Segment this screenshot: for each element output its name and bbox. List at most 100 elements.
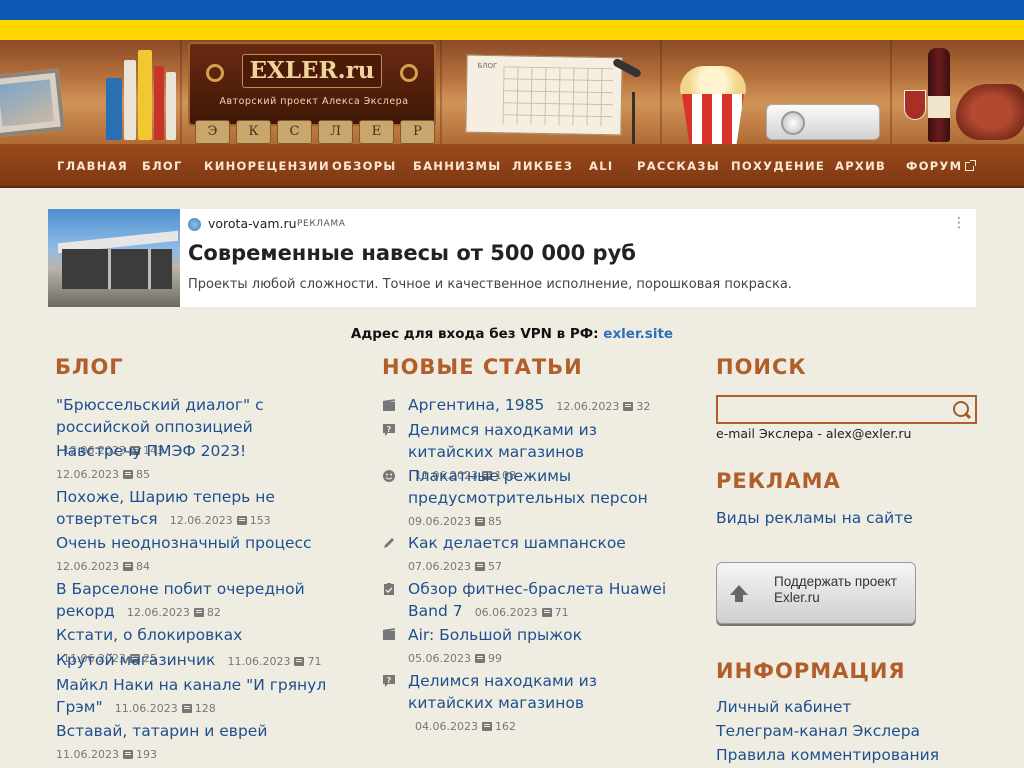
- post-meta: 11.06.2023 71: [221, 655, 322, 668]
- nav-item-forum[interactable]: ФОРУМ: [906, 144, 977, 188]
- comment-count[interactable]: 57: [488, 560, 502, 573]
- post-date: 11.06.2023: [56, 748, 119, 761]
- pencil-icon: [384, 538, 394, 548]
- key-letter: Е: [359, 120, 394, 144]
- nav-item-likbez[interactable]: ЛИКБЕЗ: [512, 144, 573, 188]
- post-date: 05.06.2023: [408, 652, 471, 665]
- post-meta: 12.06.2023 153: [163, 514, 271, 527]
- list-item: Вставай, татарин и еврей 11.06.2023 193: [56, 720, 346, 765]
- site-logo[interactable]: EXLER.ru Авторский проект Алекса Экслера: [188, 42, 436, 126]
- list-item: В Барселоне побит очередной рекорд 12.06…: [56, 578, 346, 623]
- nav-item-movie-reviews[interactable]: КИНОРЕЦЕНЗИИ: [204, 144, 330, 188]
- nav-item-forum-label: ФОРУМ: [906, 159, 963, 173]
- comment-count[interactable]: 99: [488, 652, 502, 665]
- comment-count[interactable]: 71: [307, 655, 321, 668]
- popcorn-bucket: [682, 94, 744, 144]
- comment-count[interactable]: 85: [488, 515, 502, 528]
- search-icon[interactable]: [951, 400, 971, 420]
- ad-banner[interactable]: vorota-vam.ru РЕКЛАМА ⋮ Современные наве…: [48, 209, 976, 307]
- nav-item-stories[interactable]: РАССКАЗЫ: [637, 144, 720, 188]
- article-link[interactable]: Делимся находками из китайских магазинов: [408, 421, 597, 461]
- nav-item-blog[interactable]: БЛОГ: [142, 144, 183, 188]
- blog-post-link[interactable]: "Брюссельский диалог" с российской оппоз…: [56, 396, 264, 436]
- comment-count[interactable]: 153: [250, 514, 271, 527]
- post-meta: 12.06.2023 32: [549, 400, 650, 413]
- wine-bottle-icon: [928, 48, 950, 142]
- projector-icon: [766, 104, 880, 140]
- post-date: 07.06.2023: [408, 560, 471, 573]
- key-letter: С: [277, 120, 312, 144]
- post-meta: 11.06.2023 193: [56, 748, 157, 761]
- nav-item-archive[interactable]: АРХИВ: [835, 144, 886, 188]
- support-line-1: Поддержать проект: [774, 574, 897, 589]
- ad-domain[interactable]: vorota-vam.ru: [208, 216, 297, 231]
- ad-title[interactable]: Современные навесы от 500 000 руб: [188, 241, 636, 265]
- comment-icon: [623, 402, 634, 411]
- info-heading: ИНФОРМАЦИЯ: [716, 659, 906, 683]
- ad-menu-icon[interactable]: ⋮: [952, 215, 966, 231]
- book-image: [106, 78, 122, 140]
- nav-item-bannisms[interactable]: БАННИЗМЫ: [413, 144, 501, 188]
- comment-count[interactable]: 128: [195, 702, 216, 715]
- blog-post-link[interactable]: Очень неоднозначный процесс: [56, 534, 312, 552]
- comment-count[interactable]: 84: [136, 560, 150, 573]
- post-date: 11.06.2023: [227, 655, 291, 668]
- question-icon: ?: [383, 675, 395, 687]
- comment-count[interactable]: 162: [495, 720, 516, 733]
- list-item: Майкл Наки на канале "И грянул Грэм" 11.…: [56, 674, 346, 719]
- site-banner: EXLER.ru Авторский проект Алекса Экслера…: [0, 40, 1024, 144]
- main-nav: ГЛАВНАЯ БЛОГ КИНОРЕЦЕНЗИИ ОБЗОРЫ БАННИЗМ…: [0, 144, 1024, 188]
- ad-types-link[interactable]: Виды рекламы на сайте: [716, 509, 913, 527]
- post-date: 12.06.2023: [126, 606, 190, 619]
- article-link[interactable]: Как делается шампанское: [408, 534, 626, 552]
- personal-cabinet-link[interactable]: Личный кабинет: [716, 698, 851, 716]
- question-icon: ?: [383, 424, 395, 436]
- comment-count[interactable]: 85: [136, 468, 150, 481]
- support-button-label: Поддержать проект Exler.ru: [774, 574, 897, 606]
- ad-image[interactable]: [48, 209, 180, 307]
- nav-item-ali[interactable]: ALI: [589, 144, 613, 188]
- list-item: Плакатные режимы предусмотрительных перс…: [408, 465, 678, 532]
- telegram-channel-link[interactable]: Телеграм-канал Экслера: [716, 722, 920, 740]
- nav-item-reviews[interactable]: ОБЗОРЫ: [332, 144, 397, 188]
- contact-email: e-mail Экслера - alex@exler.ru: [716, 426, 912, 441]
- nav-item-weight-loss[interactable]: ПОХУДЕНИЕ: [731, 144, 825, 188]
- comment-count[interactable]: 71: [555, 606, 569, 619]
- ad-tag: РЕКЛАМА: [297, 219, 346, 229]
- vpn-label: Адрес для входа без VPN в РФ:: [350, 326, 599, 342]
- comment-icon: [122, 750, 133, 759]
- comment-icon: [481, 722, 492, 731]
- blog-post-link[interactable]: Вставай, татарин и еврей: [56, 722, 267, 740]
- nav-item-home[interactable]: ГЛАВНАЯ: [57, 144, 128, 188]
- film-icon: [382, 399, 396, 411]
- post-meta: 12.06.2023 85: [56, 468, 150, 481]
- post-meta: 12.06.2023 82: [120, 606, 221, 619]
- blog-post-link[interactable]: Крутой магазинчик: [56, 651, 215, 669]
- comment-icon: [122, 562, 133, 571]
- comment-rules-link[interactable]: Правила комментирования: [716, 746, 939, 764]
- article-link[interactable]: Плакатные режимы предусмотрительных перс…: [408, 467, 648, 507]
- comment-count[interactable]: 82: [207, 606, 221, 619]
- ad-favicon-icon: [188, 218, 201, 231]
- vpn-link[interactable]: exler.site: [603, 326, 673, 342]
- list-item: Делимся находками из китайских магазинов…: [408, 670, 678, 737]
- article-link[interactable]: Air: Большой прыжок: [408, 626, 582, 644]
- post-meta: 05.06.2023 99: [408, 652, 502, 665]
- arrow-up-icon: [729, 585, 749, 605]
- search-input[interactable]: [718, 397, 948, 422]
- checklist-icon: [384, 583, 394, 595]
- list-item: Очень неоднозначный процесс 12.06.2023 84: [56, 532, 346, 577]
- article-link[interactable]: Аргентина, 1985: [408, 396, 544, 414]
- comment-count[interactable]: 32: [636, 400, 650, 413]
- comment-count[interactable]: 193: [136, 748, 157, 761]
- external-link-icon: [965, 160, 977, 171]
- article-link[interactable]: Делимся находками из китайских магазинов: [408, 672, 597, 712]
- support-project-button[interactable]: Поддержать проект Exler.ru: [716, 562, 916, 624]
- articles-heading: НОВЫЕ СТАТЬИ: [382, 355, 583, 379]
- list-item: Air: Большой прыжок 05.06.2023 99: [408, 624, 678, 669]
- post-date: 06.06.2023: [474, 606, 538, 619]
- comment-icon: [181, 704, 192, 713]
- list-item: Крутой магазинчик 11.06.2023 71: [56, 649, 346, 672]
- blog-post-link[interactable]: Кстати, о блокировках: [56, 626, 242, 644]
- blog-post-link[interactable]: Навстречу ПМЭФ 2023!: [56, 442, 246, 460]
